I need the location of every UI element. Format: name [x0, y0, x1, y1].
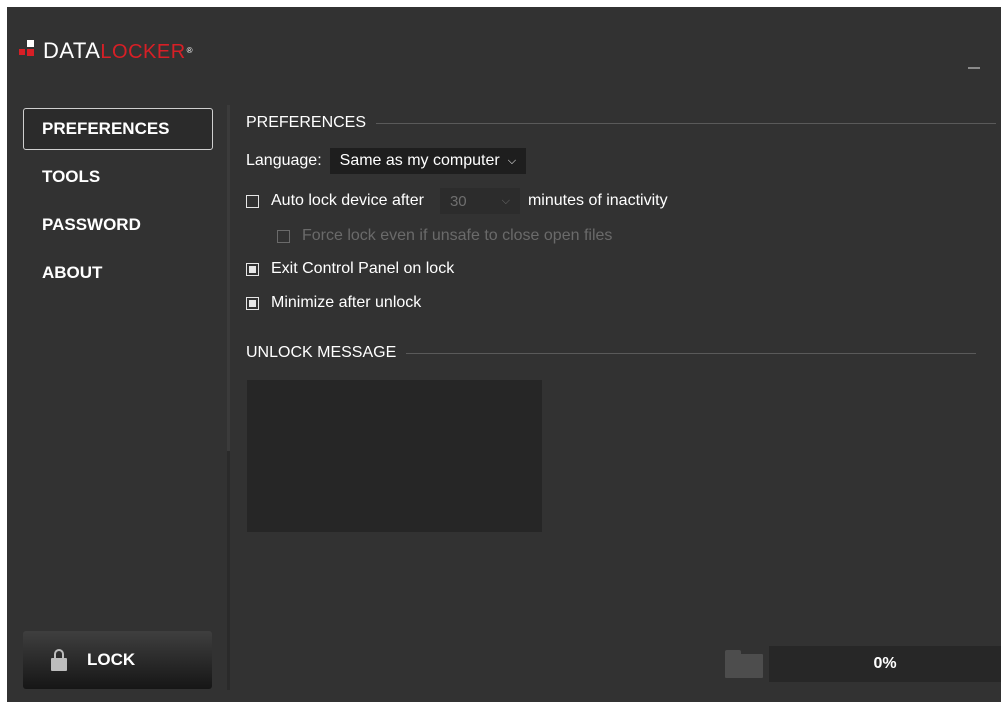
auto-lock-checkbox[interactable] — [246, 194, 259, 208]
sidebar-item-tools[interactable]: TOOLS — [23, 156, 213, 198]
sidebar-item-password[interactable]: PASSWORD — [23, 204, 213, 246]
datalocker-logo: DATA LOCKER ® — [19, 34, 193, 62]
unlock-message-textarea[interactable] — [247, 380, 542, 532]
language-select-value: Same as my computer — [339, 152, 500, 169]
auto-lock-label: Auto lock device after — [271, 192, 424, 209]
language-row: Language: Same as my computer ⌵ — [246, 148, 527, 174]
chevron-down-icon: ⌵ — [501, 194, 510, 207]
sidebar-item-about[interactable]: ABOUT — [23, 252, 213, 294]
lock-icon — [51, 649, 67, 671]
minimize-icon[interactable] — [967, 53, 981, 69]
lock-button-label: LOCK — [87, 650, 136, 669]
auto-lock-minutes-value: 30 — [449, 192, 467, 210]
folder-icon[interactable] — [725, 650, 763, 678]
language-label: Language: — [246, 152, 322, 169]
auto-lock-row: Auto lock device after 30 ⌵ minutes of i… — [246, 188, 668, 214]
exit-on-lock-checkbox[interactable] — [246, 262, 259, 276]
progress-text: 0% — [873, 655, 897, 672]
minimize-after-unlock-label: Minimize after unlock — [271, 294, 422, 311]
minimize-after-unlock-checkbox[interactable] — [246, 296, 259, 310]
auto-lock-suffix: minutes of inactivity — [527, 192, 668, 209]
minimize-after-unlock-row: Minimize after unlock — [246, 294, 421, 312]
logo-text-locker: LOCKER — [100, 41, 186, 63]
preferences-heading: PREFERENCES — [246, 114, 367, 131]
force-lock-label: Force lock even if unsafe to close open … — [302, 227, 613, 244]
section-rule — [376, 122, 997, 124]
control-panel-window: DATA LOCKER ® PREFERENCES TOOLS PASSWORD… — [7, 7, 1001, 702]
sidebar-item-preferences[interactable]: PREFERENCES — [23, 108, 213, 150]
exit-on-lock-label: Exit Control Panel on lock — [271, 260, 455, 277]
chevron-down-icon: ⌵ — [507, 154, 517, 167]
unlock-message-section-title: UNLOCK MESSAGE — [246, 344, 977, 362]
force-lock-checkbox[interactable] — [277, 229, 290, 243]
logo-text-data: DATA — [43, 38, 101, 63]
exit-on-lock-row: Exit Control Panel on lock — [246, 260, 454, 278]
preferences-section-title: PREFERENCES — [246, 114, 997, 132]
language-select[interactable]: Same as my computer ⌵ — [329, 148, 527, 174]
auto-lock-minutes-select[interactable]: 30 ⌵ — [439, 188, 520, 214]
sidebar-divider — [227, 105, 230, 690]
progress-bar: 0% — [769, 646, 1001, 682]
lock-button[interactable]: LOCK — [23, 631, 212, 689]
logo-registered-mark: ® — [186, 46, 194, 55]
force-lock-row: Force lock even if unsafe to close open … — [277, 227, 612, 245]
sidebar-nav: PREFERENCES TOOLS PASSWORD ABOUT — [23, 108, 213, 300]
logo-mark-icon — [19, 40, 41, 62]
unlock-message-heading: UNLOCK MESSAGE — [246, 344, 397, 361]
section-rule — [406, 352, 977, 354]
